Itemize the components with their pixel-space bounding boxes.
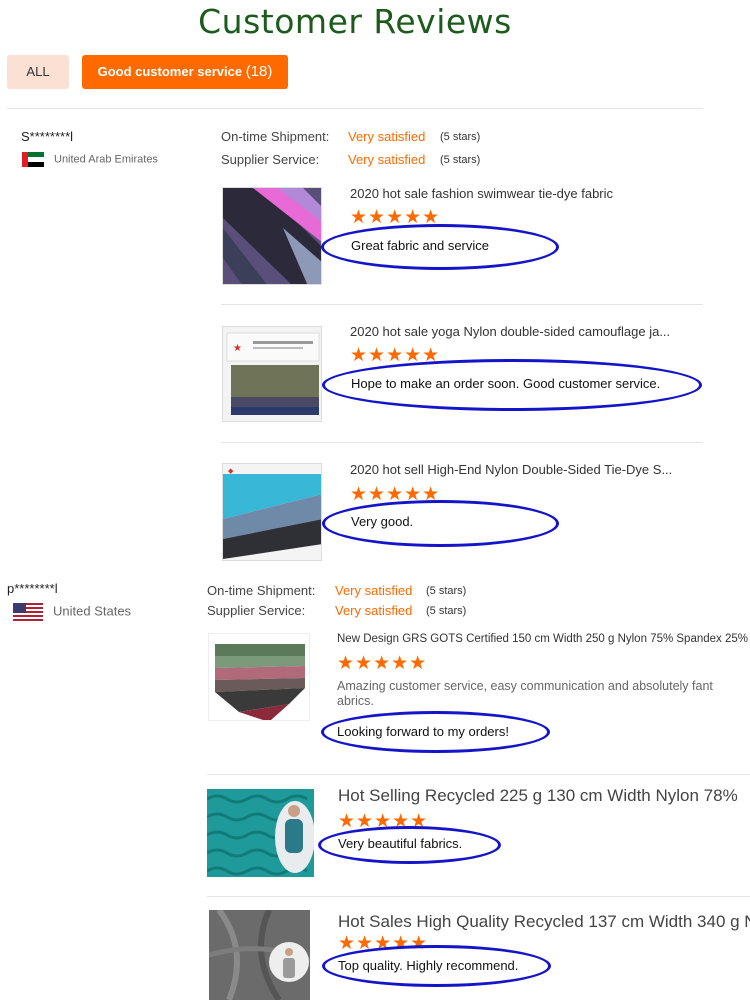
fabric-image (207, 789, 314, 877)
page-title: Customer Reviews (198, 2, 512, 41)
shipment-rating-value: Very satisfied (335, 583, 413, 598)
filter-count: (18) (245, 63, 273, 80)
shipment-rating-stars: (5 stars) (440, 131, 481, 143)
reviewer-name: S********l (21, 129, 74, 144)
fabric-image: ★ (223, 327, 321, 421)
product-thumbnail[interactable]: ★ (222, 326, 322, 422)
svg-text:★: ★ (233, 343, 242, 354)
highlight-oval (322, 945, 551, 987)
product-thumbnail[interactable]: ◆ (222, 463, 322, 561)
shipment-rating-value: Very satisfied (348, 129, 426, 144)
reviewer-country: United Arab Emirates (22, 152, 158, 167)
divider (207, 896, 750, 897)
divider (221, 304, 703, 305)
rating-stars-icon: ★★★★★ (337, 653, 428, 674)
highlight-oval (321, 224, 559, 270)
reviewer-name: p********l (7, 581, 58, 596)
product-title[interactable]: 2020 hot sell High-End Nylon Double-Side… (350, 462, 700, 477)
product-thumbnail[interactable] (209, 910, 310, 1000)
fabric-image: ◆ (223, 464, 321, 560)
highlight-oval (322, 500, 559, 547)
country-label: United States (53, 603, 132, 619)
review-comment-continued: abrics. (337, 694, 374, 708)
product-title[interactable]: Hot Selling Recycled 225 g 130 cm Width … (338, 786, 750, 806)
uae-flag-icon (22, 152, 44, 167)
highlight-oval (322, 359, 702, 411)
us-flag-icon (13, 603, 43, 621)
service-rating-stars: (5 stars) (426, 605, 467, 617)
product-title[interactable]: Hot Sales High Quality Recycled 137 cm W… (338, 912, 750, 932)
shipment-rating-label: On-time Shipment: (221, 129, 330, 144)
fabric-image (223, 188, 321, 284)
highlight-oval (321, 711, 550, 753)
product-title[interactable]: New Design GRS GOTS Certified 150 cm Wid… (337, 633, 750, 645)
product-thumbnail[interactable] (208, 633, 310, 721)
reviewer-country: United States (13, 603, 131, 621)
product-title[interactable]: 2020 hot sale fashion swimwear tie-dye f… (350, 186, 700, 201)
shipment-rating-stars: (5 stars) (426, 585, 467, 597)
review-comment-full: Amazing customer service, easy communica… (337, 679, 713, 693)
product-thumbnail[interactable] (222, 187, 322, 285)
service-rating-label: Supplier Service: (207, 603, 306, 618)
product-thumbnail[interactable] (207, 789, 314, 877)
service-rating-value: Very satisfied (348, 152, 426, 167)
shipment-rating-label: On-time Shipment: (207, 583, 316, 598)
filter-all-button[interactable]: ALL (7, 55, 69, 89)
fabric-image (209, 910, 310, 1000)
product-title[interactable]: 2020 hot sale yoga Nylon double-sided ca… (350, 324, 700, 339)
service-rating-value: Very satisfied (335, 603, 413, 618)
svg-text:◆: ◆ (228, 467, 234, 475)
divider (207, 774, 750, 775)
divider (7, 108, 703, 109)
filter-good-customer-service-button[interactable]: Good customer service (18) (82, 55, 288, 89)
service-rating-stars: (5 stars) (440, 154, 481, 166)
divider (221, 442, 703, 443)
country-label: United Arab Emirates (54, 153, 158, 166)
filter-label: Good customer service (97, 64, 243, 79)
fabric-image (209, 634, 309, 720)
service-rating-label: Supplier Service: (221, 152, 320, 167)
highlight-oval (318, 826, 501, 864)
